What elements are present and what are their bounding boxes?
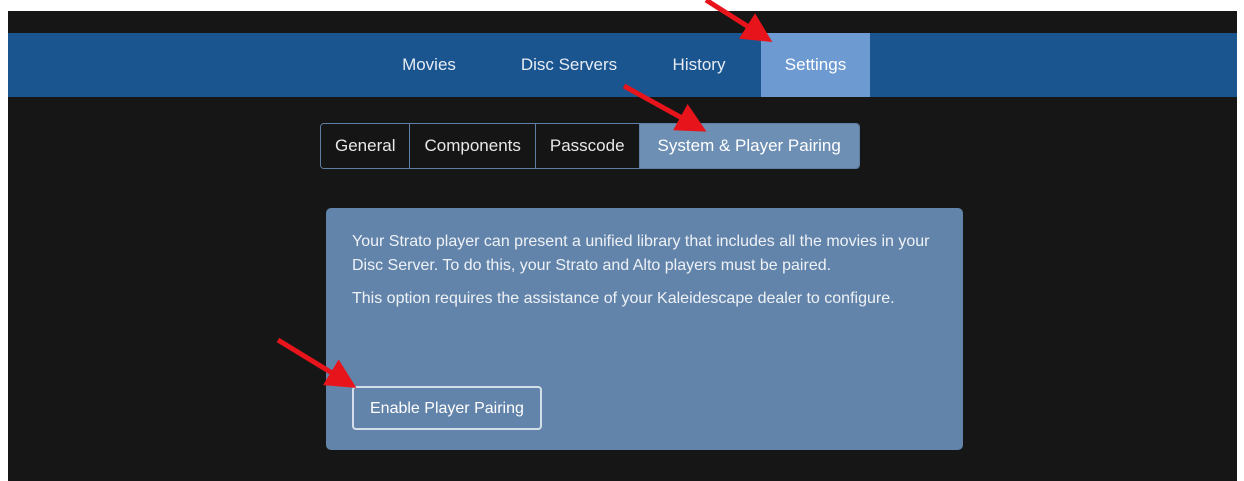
tab-movies[interactable]: Movies [388, 33, 470, 97]
tab-history[interactable]: History [656, 33, 742, 97]
dealer-note: This option requires the assistance of y… [352, 290, 895, 307]
top-navigation: Movies Disc Servers History Settings [8, 33, 1237, 97]
subtab-components[interactable]: Components [410, 124, 536, 168]
tab-disc-servers[interactable]: Disc Servers [501, 33, 637, 97]
pairing-description: Your Strato player can present a unified… [352, 233, 930, 274]
player-pairing-panel: Your Strato player can present a unified… [326, 208, 963, 450]
settings-subtabs: General Components Passcode System & Pla… [320, 123, 860, 169]
app-screen: Movies Disc Servers History Settings Gen… [8, 11, 1237, 481]
subtab-general[interactable]: General [321, 124, 411, 168]
subtab-system-player-pairing[interactable]: System & Player Pairing [639, 124, 859, 168]
tab-settings[interactable]: Settings [761, 33, 870, 97]
enable-player-pairing-button[interactable]: Enable Player Pairing [352, 386, 542, 430]
subtab-passcode[interactable]: Passcode [535, 124, 640, 168]
